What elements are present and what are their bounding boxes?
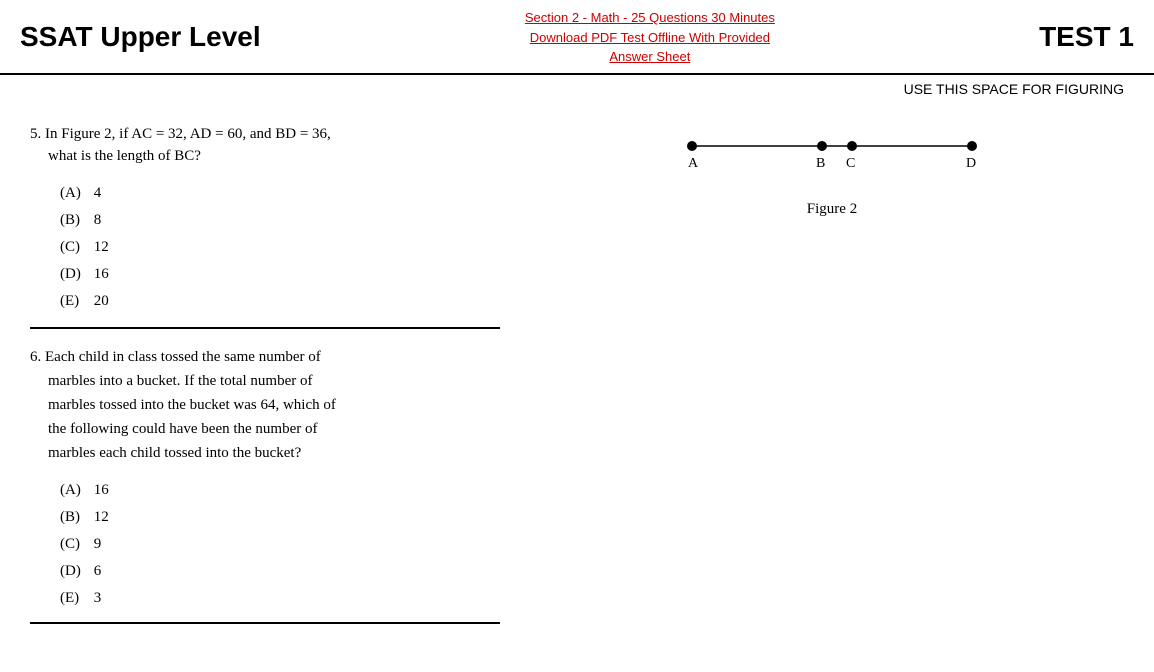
page-title: SSAT Upper Level bbox=[20, 21, 261, 53]
list-item: (E) 3 bbox=[60, 585, 500, 612]
test-label: TEST 1 bbox=[1039, 21, 1134, 53]
svg-text:A: A bbox=[688, 156, 699, 171]
list-item: (D) 16 bbox=[60, 261, 500, 288]
header-center: Section 2 - Math - 25 Questions 30 Minut… bbox=[261, 8, 1039, 67]
header: SSAT Upper Level Section 2 - Math - 25 Q… bbox=[0, 0, 1154, 75]
list-item: (C) 9 bbox=[60, 531, 500, 558]
figure-2-diagram: A B C D Figure 2 bbox=[672, 131, 992, 218]
question-6-block: 6. Each child in class tossed the same n… bbox=[30, 329, 500, 624]
page-container: SSAT Upper Level Section 2 - Math - 25 Q… bbox=[0, 0, 1154, 672]
question-5-choices: (A) 4 (B) 8 (C) 12 (D) 16 bbox=[30, 180, 500, 315]
question-5-text: 5. In Figure 2, if AC = 32, AD = 60, and… bbox=[30, 123, 500, 168]
list-item: (B) 12 bbox=[60, 504, 500, 531]
question-5-block: 5. In Figure 2, if AC = 32, AD = 60, and… bbox=[30, 111, 500, 329]
list-item: (C) 12 bbox=[60, 234, 500, 261]
question-6-text: 6. Each child in class tossed the same n… bbox=[30, 345, 500, 465]
figure-2-caption: Figure 2 bbox=[807, 201, 857, 218]
section-link[interactable]: Section 2 - Math - 25 Questions 30 Minut… bbox=[281, 8, 1019, 67]
question-6-choices: (A) 16 (B) 12 (C) 9 (D) 6 bbox=[30, 477, 500, 612]
figure-2-svg: A B C D bbox=[672, 131, 992, 171]
list-item: (E) 20 bbox=[60, 288, 500, 315]
svg-text:D: D bbox=[966, 156, 976, 171]
questions-column: 5. In Figure 2, if AC = 32, AD = 60, and… bbox=[0, 101, 520, 634]
figuring-label: USE THIS SPACE FOR FIGURING bbox=[0, 75, 1154, 101]
content-area: 5. In Figure 2, if AC = 32, AD = 60, and… bbox=[0, 101, 1154, 634]
list-item: (A) 4 bbox=[60, 180, 500, 207]
list-item: (B) 8 bbox=[60, 207, 500, 234]
svg-text:C: C bbox=[846, 156, 855, 171]
svg-text:B: B bbox=[816, 156, 825, 171]
list-item: (D) 6 bbox=[60, 558, 500, 585]
list-item: (A) 16 bbox=[60, 477, 500, 504]
figure-column: A B C D Figure 2 bbox=[520, 101, 1154, 634]
